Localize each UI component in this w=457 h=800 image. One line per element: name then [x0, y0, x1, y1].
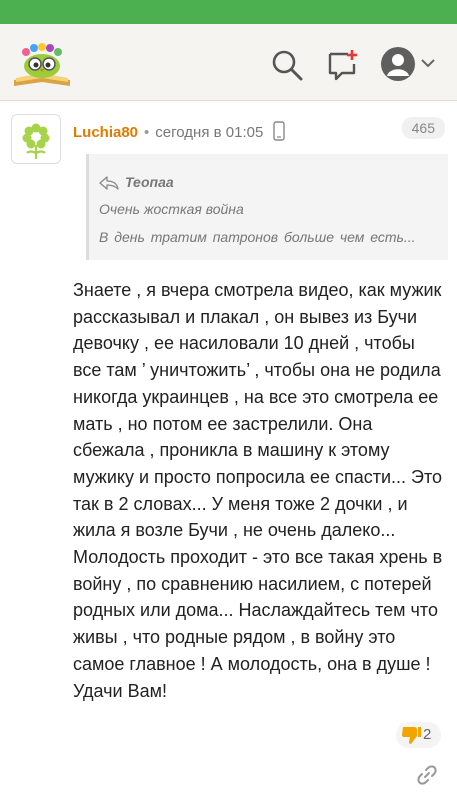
quote-author-row: Теопаа [99, 174, 174, 190]
app-header [0, 24, 457, 101]
status-bar [0, 0, 457, 24]
separator-dot: • [144, 124, 150, 141]
search-icon[interactable] [270, 48, 304, 82]
quoted-comment[interactable]: Теопаа Очень жосткая война В день тратим… [86, 154, 448, 260]
link-icon[interactable] [416, 764, 438, 786]
add-comment-icon[interactable] [326, 48, 360, 82]
comment-post: Luchia80 • сегодня в 01:05 465 Теопаа Очен… [0, 101, 457, 800]
quote-text-line: Очень жосткая война [99, 201, 244, 217]
phone-icon [273, 121, 286, 141]
comment-number-badge[interactable]: 465 [401, 117, 445, 139]
thumbs-down-icon [402, 727, 421, 744]
reply-icon [99, 176, 119, 190]
comment-body: Знаете , я вчера смотрела видео, как муж… [73, 280, 443, 701]
chevron-down-icon[interactable] [419, 54, 437, 72]
quote-text-line: В день тратим патронов больше чем есть..… [99, 229, 416, 245]
author-name[interactable]: Luchia80 [73, 124, 138, 141]
profile-avatar-icon[interactable] [380, 46, 416, 82]
post-time: сегодня в 01:05 [155, 124, 264, 141]
logo-owl-icon[interactable] [12, 42, 72, 88]
like-count: 2 [423, 726, 432, 743]
like-button[interactable]: 2 [396, 722, 441, 748]
user-avatar[interactable] [11, 114, 61, 164]
quote-author: Теопаа [125, 174, 174, 190]
post-meta: Luchia80 • сегодня в 01:05 [73, 121, 286, 141]
